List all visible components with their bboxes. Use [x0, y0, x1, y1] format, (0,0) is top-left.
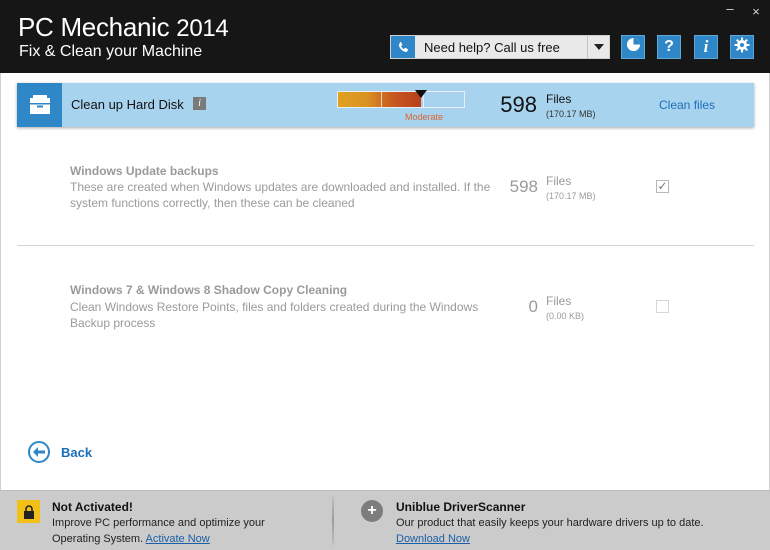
question-icon: ? [664, 38, 674, 55]
back-arrow-icon [28, 441, 50, 463]
item-description: Clean Windows Restore Points, files and … [70, 300, 479, 330]
meter-divider [381, 92, 382, 107]
gear-icon [734, 37, 750, 58]
promo-title: Uniblue DriverScanner [396, 500, 526, 514]
clean-files-link[interactable]: Clean files [659, 98, 715, 112]
item-checkbox[interactable]: ✓ [656, 180, 669, 193]
item-units: Files [546, 294, 572, 308]
item-description: These are created when Windows updates a… [70, 180, 491, 210]
footer: Not Activated! Improve PC performance an… [0, 490, 770, 550]
clean-hard-disk-section: Clean up Hard Disk i Moderate 598 Files … [17, 83, 754, 127]
item-size: (170.17 MB) [546, 191, 596, 201]
files-size: (170.17 MB) [546, 109, 596, 119]
clock-icon [626, 37, 641, 57]
item-count: 0 [528, 297, 538, 316]
chevron-down-icon[interactable] [587, 36, 609, 58]
app-title: PC Mechanic 2014 [18, 12, 229, 43]
activation-title: Not Activated! [52, 500, 133, 514]
help-dropdown[interactable]: Need help? Call us free [390, 35, 610, 59]
info-button[interactable]: i [694, 35, 718, 59]
plus-icon: + [361, 500, 383, 522]
footer-divider [332, 497, 334, 545]
item-count: 598 [509, 177, 538, 196]
app-name: PC Mechanic [18, 12, 170, 42]
item-title: Windows 7 & Windows 8 Shadow Copy Cleani… [70, 283, 348, 297]
item-title: Windows Update backups [70, 164, 219, 178]
item-checkbox[interactable] [656, 300, 669, 313]
history-button[interactable] [621, 35, 645, 59]
phone-icon [391, 36, 415, 58]
section-title: Clean up Hard Disk [71, 97, 184, 112]
activation-text: Improve PC performance and optimize your… [52, 515, 312, 547]
back-label: Back [61, 444, 93, 460]
info-icon[interactable]: i [193, 97, 206, 110]
lock-icon [17, 500, 40, 523]
close-button[interactable]: × [748, 4, 764, 19]
settings-button[interactable] [730, 35, 754, 59]
title-bar: PC Mechanic 2014 Fix & Clean your Machin… [0, 0, 770, 73]
promo-text: Our product that easily keeps your hardw… [396, 515, 756, 547]
item-units: Files [546, 174, 572, 188]
back-button[interactable]: Back [28, 441, 92, 463]
activate-now-link[interactable]: Activate Now [146, 533, 210, 545]
app-subtitle: Fix & Clean your Machine [19, 43, 203, 60]
help-label: Need help? Call us free [424, 40, 560, 55]
help-button[interactable]: ? [657, 35, 681, 59]
minimize-button[interactable]: – [722, 1, 738, 16]
item-size: (0.00 KB) [546, 311, 585, 321]
divider [17, 245, 754, 246]
download-now-link[interactable]: Download Now [396, 531, 756, 547]
main-panel: Clean up Hard Disk i Moderate 598 Files … [0, 73, 770, 490]
severity-label: Moderate [405, 112, 444, 122]
files-count: 598 [500, 92, 537, 117]
severity-meter [337, 90, 465, 108]
app-year: 2014 [176, 15, 229, 42]
promo-description: Our product that easily keeps your hardw… [396, 517, 704, 529]
broom-box-icon [17, 83, 62, 127]
files-units: Files [546, 92, 572, 106]
meter-marker-icon [415, 90, 427, 98]
check-icon: ✓ [657, 179, 668, 193]
severity-meter-fill [338, 92, 422, 107]
info-icon: i [703, 37, 709, 56]
